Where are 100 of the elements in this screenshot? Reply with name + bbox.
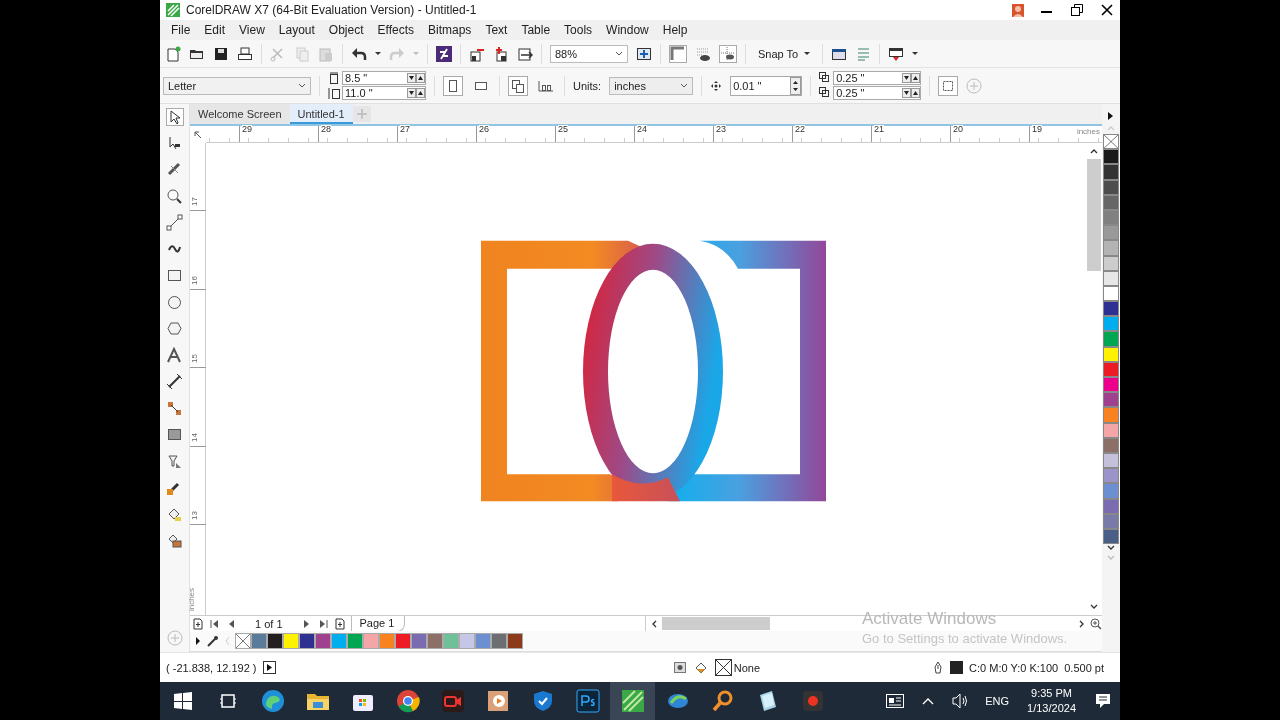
screen-recorder-icon[interactable] — [800, 689, 825, 713]
eyedropper-icon[interactable] — [206, 634, 219, 648]
units-dropdown[interactable]: inches — [609, 76, 694, 95]
color-swatch[interactable] — [1103, 164, 1119, 180]
close-icon[interactable] — [1100, 3, 1114, 17]
color-swatch[interactable] — [395, 633, 411, 649]
menu-item[interactable]: Tools — [557, 23, 600, 37]
page-size-dropdown[interactable]: Letter — [163, 76, 311, 95]
scrollbar-thumb[interactable] — [662, 617, 771, 630]
task-view-icon[interactable] — [218, 692, 237, 710]
color-swatch[interactable] — [1103, 483, 1119, 499]
transparency-tool-icon[interactable] — [165, 452, 184, 471]
scroll-down-icon[interactable] — [1089, 603, 1099, 611]
zoom-icon[interactable] — [1090, 617, 1102, 630]
caret-icon[interactable] — [912, 52, 919, 55]
camera-recorder-icon[interactable] — [440, 689, 465, 713]
color-swatch[interactable] — [331, 633, 347, 649]
menu-item[interactable]: Window — [599, 23, 656, 37]
no-color-swatch[interactable] — [235, 633, 251, 649]
all-pages-icon[interactable] — [508, 75, 528, 96]
play-icon[interactable] — [262, 661, 276, 674]
menu-item[interactable]: Table — [514, 23, 558, 37]
number-field[interactable]: 0.25 " — [833, 71, 922, 85]
spin-down-icon[interactable] — [407, 73, 416, 83]
scroll-left-icon[interactable] — [650, 618, 659, 629]
bleed-icon[interactable] — [938, 75, 959, 96]
color-swatch[interactable] — [251, 633, 267, 649]
spin-up-icon[interactable] — [911, 88, 921, 98]
color-swatch[interactable] — [411, 633, 427, 649]
color-swatch[interactable] — [1103, 407, 1119, 423]
spin-buttons-icon[interactable] — [790, 76, 802, 95]
export-icon[interactable] — [493, 45, 509, 62]
connector-tool-icon[interactable] — [165, 399, 184, 418]
number-field[interactable]: 0.25 " — [833, 86, 922, 100]
color-swatch[interactable] — [443, 633, 459, 649]
color-swatch[interactable] — [363, 633, 379, 649]
chevron-up-icon[interactable] — [921, 696, 936, 706]
publish-pdf-icon[interactable] — [517, 45, 533, 62]
spin-up-icon[interactable] — [416, 73, 425, 83]
chrome-icon[interactable] — [395, 689, 420, 713]
notifications-icon[interactable] — [1094, 692, 1112, 710]
media-player-icon[interactable] — [485, 689, 510, 713]
drawing-app-icon[interactable] — [620, 689, 645, 713]
nudge-field[interactable]: 0.01 " — [730, 75, 803, 96]
color-swatch[interactable] — [283, 633, 299, 649]
menu-item[interactable]: File — [164, 23, 198, 37]
pick-tool-icon[interactable] — [165, 108, 184, 126]
line-tool-icon[interactable] — [165, 214, 184, 232]
color-swatch[interactable] — [315, 633, 331, 649]
browser-icon[interactable] — [260, 689, 285, 713]
color-swatch[interactable] — [507, 633, 523, 649]
color-swatch[interactable] — [1103, 468, 1119, 484]
menu-item[interactable]: Layout — [271, 23, 322, 37]
save-icon[interactable] — [213, 45, 229, 62]
color-swatch[interactable] — [1103, 240, 1119, 256]
portrait-icon[interactable] — [443, 75, 463, 96]
color-swatch[interactable] — [1103, 392, 1119, 408]
text-tool-icon[interactable] — [165, 346, 184, 365]
color-swatch[interactable] — [267, 633, 283, 649]
ellipse-tool-icon[interactable] — [165, 293, 184, 312]
color-swatch[interactable] — [299, 633, 315, 649]
zoom-dropdown[interactable]: 88% — [550, 44, 628, 63]
number-field[interactable]: 11.0 " — [342, 86, 426, 100]
color-swatch[interactable] — [1103, 377, 1119, 393]
spin-up-icon[interactable] — [416, 88, 425, 98]
no-color-swatch[interactable] — [1103, 134, 1119, 150]
menu-item[interactable]: Bitmaps — [421, 23, 479, 37]
color-swatch[interactable] — [427, 633, 443, 649]
page-tab[interactable]: Page 1 — [350, 615, 406, 632]
scroll-right-icon[interactable] — [1078, 618, 1086, 629]
menu-item[interactable]: View — [232, 23, 272, 37]
photo-editor-icon[interactable] — [575, 689, 600, 713]
caret-icon[interactable] — [804, 52, 811, 55]
clock-date[interactable]: 1/13/2024 — [1027, 701, 1076, 716]
windows-start-icon[interactable] — [173, 692, 192, 710]
menu-item[interactable]: Help — [655, 23, 695, 37]
snap-to-button[interactable]: Snap To — [754, 47, 815, 60]
spin-down-icon[interactable] — [902, 73, 912, 83]
zoom-tool-icon[interactable] — [165, 187, 184, 206]
menu-item[interactable]: Text — [478, 23, 515, 37]
color-swatch[interactable] — [1103, 316, 1119, 332]
chevron-down-icon[interactable] — [680, 83, 689, 88]
color-swatch[interactable] — [1103, 225, 1119, 241]
add-page-icon[interactable] — [333, 617, 346, 630]
monitor-icon[interactable] — [672, 661, 687, 674]
color-swatch[interactable] — [1103, 331, 1119, 347]
polygon-tool-icon[interactable] — [165, 320, 184, 338]
spin-down-icon[interactable] — [407, 88, 416, 98]
chevron-down-icon[interactable] — [615, 51, 623, 56]
news-icon[interactable] — [885, 692, 906, 710]
guidelines-view-icon[interactable] — [719, 44, 737, 63]
restore-icon[interactable] — [1070, 3, 1084, 17]
color-swatch[interactable] — [475, 633, 491, 649]
scroll-up-icon[interactable] — [1089, 147, 1099, 155]
number-field[interactable]: 8.5 " — [342, 71, 426, 85]
rulers-icon[interactable] — [669, 44, 687, 63]
color-swatch[interactable] — [379, 633, 395, 649]
speaker-icon[interactable] — [951, 692, 970, 710]
menu-item[interactable]: Object — [321, 23, 371, 37]
print-icon[interactable] — [237, 45, 253, 62]
